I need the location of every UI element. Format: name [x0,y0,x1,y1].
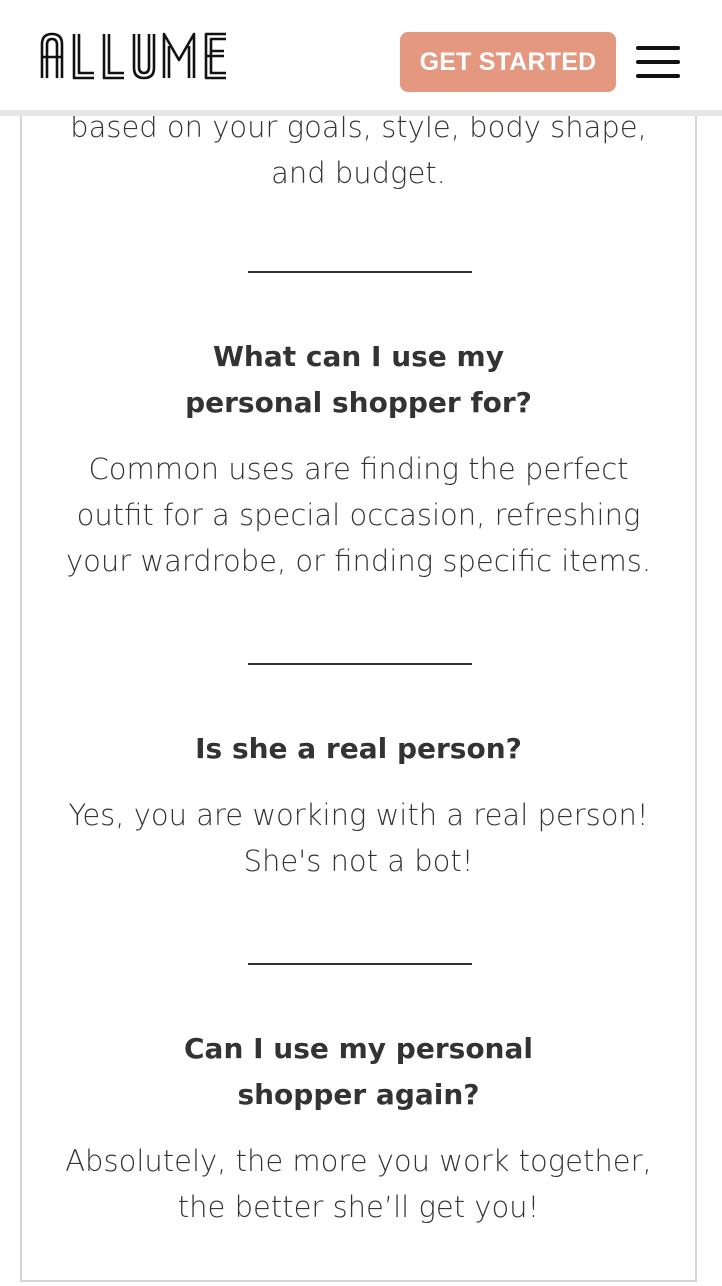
divider [248,663,472,665]
faq-question-line: personal shopper for? [185,386,532,419]
intro-last-line: and budget. [271,156,446,190]
faq-answer-line: Common uses are finding the perfect [88,452,629,486]
site-header: GET STARTED [0,0,722,116]
page: based on your goals, style, body shape, … [0,0,722,1286]
faq-answer-line: Yes, you are working with a real person! [68,798,649,832]
faq-question: Is she a real person? [42,726,675,772]
allume-logo[interactable] [40,30,250,86]
faq-question-line: shopper again? [237,1078,480,1111]
divider [248,271,472,273]
divider [248,963,472,965]
faq-question-line: What can I use my [213,340,504,373]
faq-question: Can I use my personal shopper again? [42,1026,675,1118]
faq-answer-line: the better she’ll get you! [177,1190,540,1224]
faq-answer-line: She's not a bot! [243,844,474,878]
faq-answer-line: your wardrobe, or finding specific items… [65,544,652,578]
faq-question: What can I use my personal shopper for? [42,334,675,426]
hamburger-menu-icon[interactable] [634,44,682,80]
faq-question-line: Is she a real person? [195,732,522,765]
get-started-button[interactable]: GET STARTED [400,32,616,92]
faq-question-line: Can I use my personal [184,1032,533,1065]
faq-answer: Common uses are finding the perfect outf… [32,446,685,584]
faq-answer-line: Absolutely, the more you work together, [65,1144,652,1178]
faq-answer-line: outfit for a special occasion, refreshin… [76,498,641,532]
intro-text: based on your goals, style, body shape, … [22,104,695,196]
faq-answer: Yes, you are working with a real person!… [32,792,685,884]
faq-answer: Absolutely, the more you work together, … [32,1138,685,1230]
